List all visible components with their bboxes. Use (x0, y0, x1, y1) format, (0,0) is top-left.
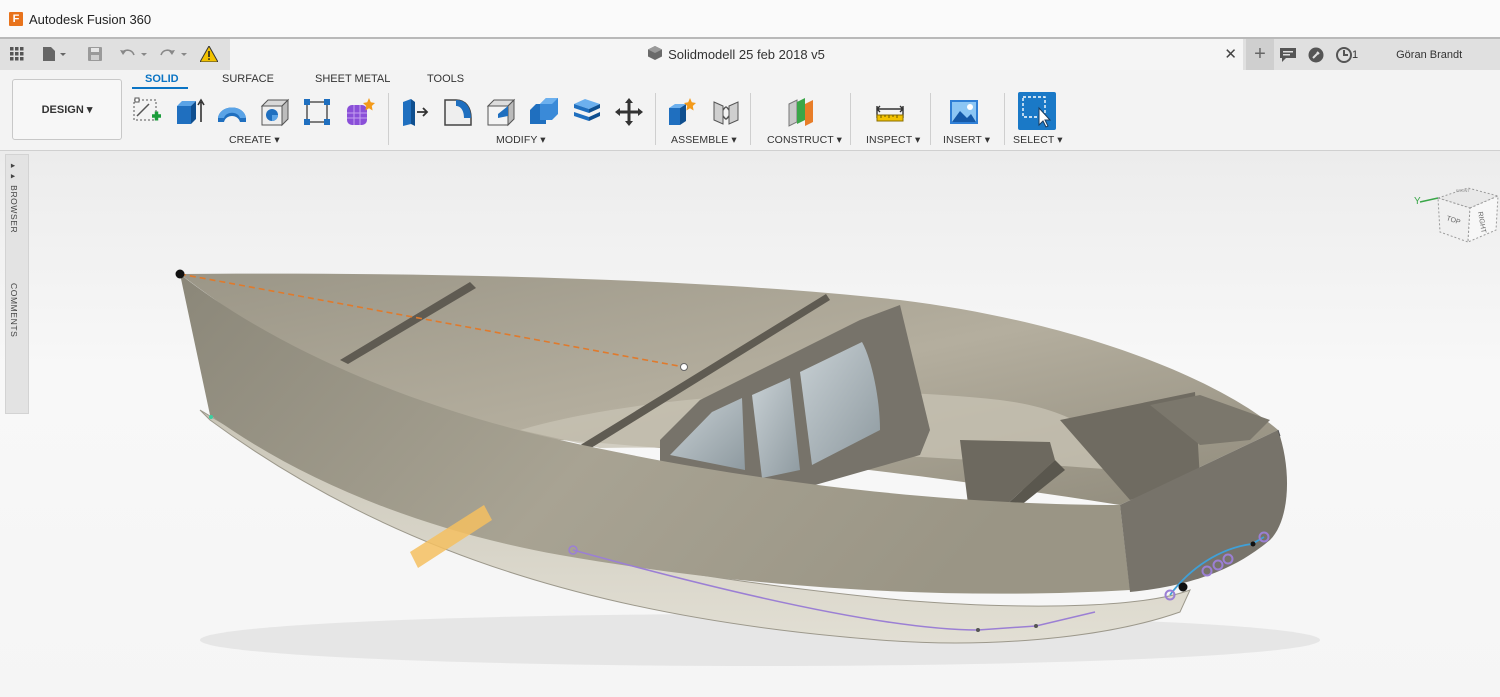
comments-toggle[interactable]: COMMENTS (9, 283, 19, 337)
viewcube[interactable]: Y TOP RIGHT FRONT (1408, 170, 1500, 250)
boat-hull-model[interactable] (0, 0, 1500, 697)
browser-toggle[interactable]: ▸▸ BROWSER (9, 161, 19, 233)
viewcube-face-front[interactable]: FRONT (1456, 188, 1470, 193)
comments-label: COMMENTS (9, 283, 19, 338)
side-panel: ▸▸ BROWSER COMMENTS (5, 154, 29, 414)
viewcube-axis-y: Y (1414, 196, 1421, 207)
browser-label: BROWSER (9, 185, 19, 234)
